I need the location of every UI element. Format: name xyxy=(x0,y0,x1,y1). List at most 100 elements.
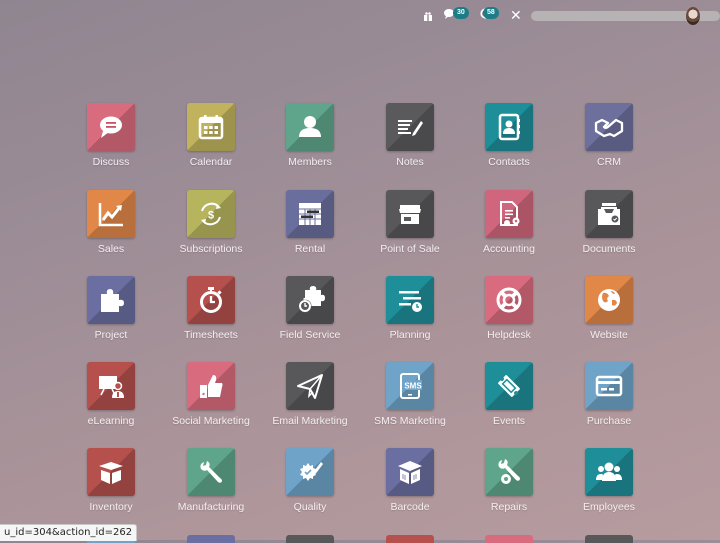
app-label: Subscriptions xyxy=(179,243,243,255)
puzzle-clock-icon xyxy=(298,286,325,313)
app-events[interactable]: Events xyxy=(459,362,559,427)
recurring-dollar-icon: $ xyxy=(201,202,221,226)
app-tile xyxy=(87,103,135,151)
app-label: Contacts xyxy=(488,156,530,168)
users-icon xyxy=(596,462,622,481)
document-tray-icon xyxy=(598,203,620,225)
globe-icon xyxy=(598,289,620,311)
app-label: Helpdesk xyxy=(487,329,531,341)
tools-icon[interactable]: ✕ xyxy=(510,7,522,24)
app-tile xyxy=(187,362,235,410)
handshake-icon xyxy=(594,118,624,138)
partial-app-tile[interactable] xyxy=(187,535,235,543)
app-tile xyxy=(585,190,633,238)
messaging-menu[interactable]: 30 xyxy=(444,7,469,22)
app-notes[interactable]: Notes xyxy=(360,103,460,168)
app-tile xyxy=(386,103,434,151)
user-icon xyxy=(299,116,321,137)
app-label: Manufacturing xyxy=(177,501,245,513)
app-rental[interactable]: Rental xyxy=(260,190,360,255)
app-tile xyxy=(187,103,235,151)
wrench-gear-icon xyxy=(498,459,520,484)
app-tile xyxy=(187,276,235,324)
partial-app-tile[interactable] xyxy=(386,535,434,543)
app-label: Calendar xyxy=(189,156,233,168)
status-bar-url: u_id=304&action_id=262 xyxy=(0,524,138,541)
app-tile xyxy=(286,103,334,151)
app-tile xyxy=(87,190,135,238)
app-label: eLearning xyxy=(87,415,135,427)
app-accounting[interactable]: Accounting xyxy=(459,190,559,255)
app-tile xyxy=(386,448,434,496)
app-label: Discuss xyxy=(92,156,130,168)
app-tile xyxy=(585,448,633,496)
app-quality[interactable]: Quality xyxy=(260,448,360,513)
notes-icon xyxy=(398,120,423,136)
app-timesheets[interactable]: Timesheets xyxy=(161,276,261,341)
app-label: Timesheets xyxy=(184,329,238,341)
app-label: Sales xyxy=(97,243,125,255)
app-tile xyxy=(286,362,334,410)
svg-text:SMS: SMS xyxy=(404,382,422,391)
app-tile xyxy=(485,103,533,151)
app-tile xyxy=(485,362,533,410)
app-repairs[interactable]: Repairs xyxy=(459,448,559,513)
app-email-marketing[interactable]: Email Marketing xyxy=(260,362,360,427)
app-subscriptions[interactable]: $ Subscriptions xyxy=(161,190,261,255)
app-members[interactable]: Members xyxy=(260,103,360,168)
app-elearning[interactable]: eLearning xyxy=(61,362,161,427)
app-label: Barcode xyxy=(390,501,430,513)
ticket-icon xyxy=(498,375,520,397)
app-label: Employees xyxy=(583,501,635,513)
app-point-of-sale[interactable]: Point of Sale xyxy=(360,190,460,255)
app-label: Events xyxy=(492,415,526,427)
app-helpdesk[interactable]: Helpdesk xyxy=(459,276,559,341)
app-planning[interactable]: Planning xyxy=(360,276,460,341)
top-navbar: 30 58 ✕ xyxy=(0,0,720,32)
activity-menu[interactable]: 58 xyxy=(480,7,499,22)
app-label: Email Marketing xyxy=(272,415,348,427)
app-label: SMS Marketing xyxy=(374,415,446,427)
app-label: Documents xyxy=(582,243,636,255)
app-website[interactable]: Website xyxy=(559,276,659,341)
user-avatar[interactable] xyxy=(686,7,700,25)
lifebuoy-icon xyxy=(496,287,522,313)
gift-icon[interactable] xyxy=(424,10,432,21)
app-tile xyxy=(286,190,334,238)
app-purchase[interactable]: Purchase xyxy=(559,362,659,427)
app-label: Planning xyxy=(389,329,431,341)
app-tile xyxy=(286,276,334,324)
app-manufacturing[interactable]: Manufacturing xyxy=(161,448,261,513)
partial-app-tile[interactable] xyxy=(585,535,633,543)
app-label: CRM xyxy=(597,156,621,168)
app-tile: $ xyxy=(187,190,235,238)
app-tile: SMS xyxy=(386,362,434,410)
app-documents[interactable]: Documents xyxy=(559,190,659,255)
app-crm[interactable]: CRM xyxy=(559,103,659,168)
teacher-board-icon xyxy=(99,376,124,398)
planning-icon xyxy=(399,291,422,312)
quality-badge-icon xyxy=(300,462,323,481)
app-label: Accounting xyxy=(483,243,535,255)
address-book-icon xyxy=(498,113,520,141)
chat-bubble-icon xyxy=(100,116,122,138)
app-discuss[interactable]: Discuss xyxy=(61,103,161,168)
app-project[interactable]: Project xyxy=(61,276,161,341)
app-barcode[interactable]: Barcode xyxy=(360,448,460,513)
app-employees[interactable]: Employees xyxy=(559,448,659,513)
partial-app-tile[interactable] xyxy=(286,535,334,543)
app-calendar[interactable]: Calendar xyxy=(161,103,261,168)
app-field-service[interactable]: Field Service xyxy=(260,276,360,341)
app-tile xyxy=(485,448,533,496)
app-inventory[interactable]: Inventory xyxy=(61,448,161,513)
app-label: Rental xyxy=(294,243,326,255)
app-contacts[interactable]: Contacts xyxy=(459,103,559,168)
partial-app-tile[interactable] xyxy=(485,535,533,543)
app-social-marketing[interactable]: Social Marketing xyxy=(161,362,261,427)
sms-phone-icon: SMS xyxy=(400,373,422,399)
app-sms-marketing[interactable]: SMS SMS Marketing xyxy=(360,362,460,427)
barcode-box-icon xyxy=(398,461,422,484)
app-tile xyxy=(585,362,633,410)
chat-count-badge: 30 xyxy=(453,7,469,19)
app-sales[interactable]: Sales xyxy=(61,190,161,255)
